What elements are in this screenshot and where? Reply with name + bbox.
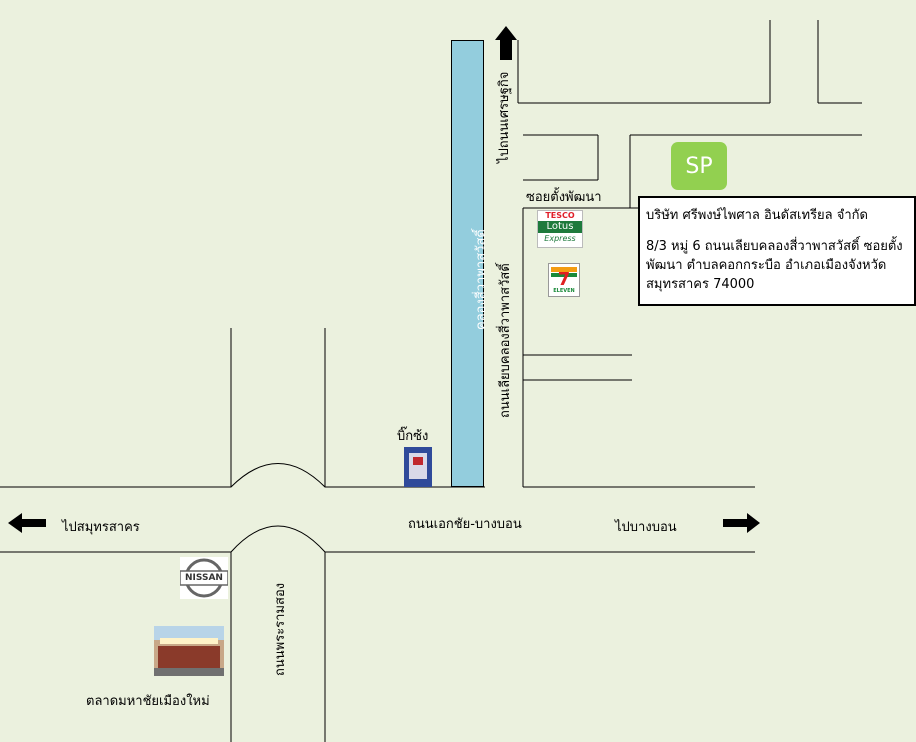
canal-label: คลองสี่วาพาสวัสดิ์: [474, 229, 489, 330]
market-label: ตลาดมหาชัยเมืองใหม่: [86, 694, 210, 709]
nissan-text: NISSAN: [185, 573, 223, 583]
market-photo: [154, 626, 224, 676]
market-photo-road: [154, 668, 224, 676]
tesco-text: TESCO: [545, 211, 575, 220]
direction-left-label: ไปสมุทรสาคร: [62, 520, 140, 535]
arrow-left-icon: [8, 513, 46, 533]
market-photo-sign: [160, 638, 218, 644]
company-name: บริษัท ศรีพงษ์ไพศาล อินดัสเทรียล จำกัด: [646, 208, 868, 223]
arrow-right-icon: [723, 513, 760, 533]
seven-eleven-logo: 7 ELEVEN: [548, 263, 580, 297]
bigc-logo-mark: [413, 457, 423, 465]
direction-right-label: ไปบางบอน: [615, 520, 677, 535]
express-text: Express: [544, 234, 576, 243]
arrow-up-icon: [495, 26, 517, 60]
canal-road-label: ถนนเลียบคลองสี่วาพาสวัสดิ์: [498, 263, 513, 418]
market-photo-building: [158, 646, 220, 668]
company-address: 8/3 หมู่ 6 ถนนเลียบคลองสี่วาพาสวัสดิ์ ซอ…: [646, 239, 903, 292]
nissan-logo: NISSAN: [179, 557, 229, 599]
map-canvas: คลองสี่วาพาสวัสดิ์ ไปถนนเศรษฐกิจ ถนนเลีย…: [0, 0, 916, 742]
seven-eleven-text: ELEVEN: [553, 288, 575, 294]
bigc-logo: [404, 447, 432, 487]
main-road-label: ถนนเอกชัย-บางบอน: [408, 517, 522, 532]
sp-badge: SP: [671, 142, 727, 190]
bigc-label: บิ๊กซ้ง: [397, 429, 429, 444]
soi-label: ซอยตั้งพัฒนา: [526, 190, 602, 205]
destination-info-box: บริษัท ศรีพงษ์ไพศาล อินดัสเทรียล จำกัด 8…: [638, 196, 916, 306]
to-setthakit-label: ไปถนนเศรษฐกิจ: [497, 71, 512, 163]
lotus-text: Lotus: [538, 221, 582, 233]
tesco-lotus-logo: TESCO Lotus Express: [537, 210, 583, 248]
rama2-road-label: ถนนพระรามสอง: [273, 582, 288, 676]
seven-number: 7: [557, 269, 571, 290]
